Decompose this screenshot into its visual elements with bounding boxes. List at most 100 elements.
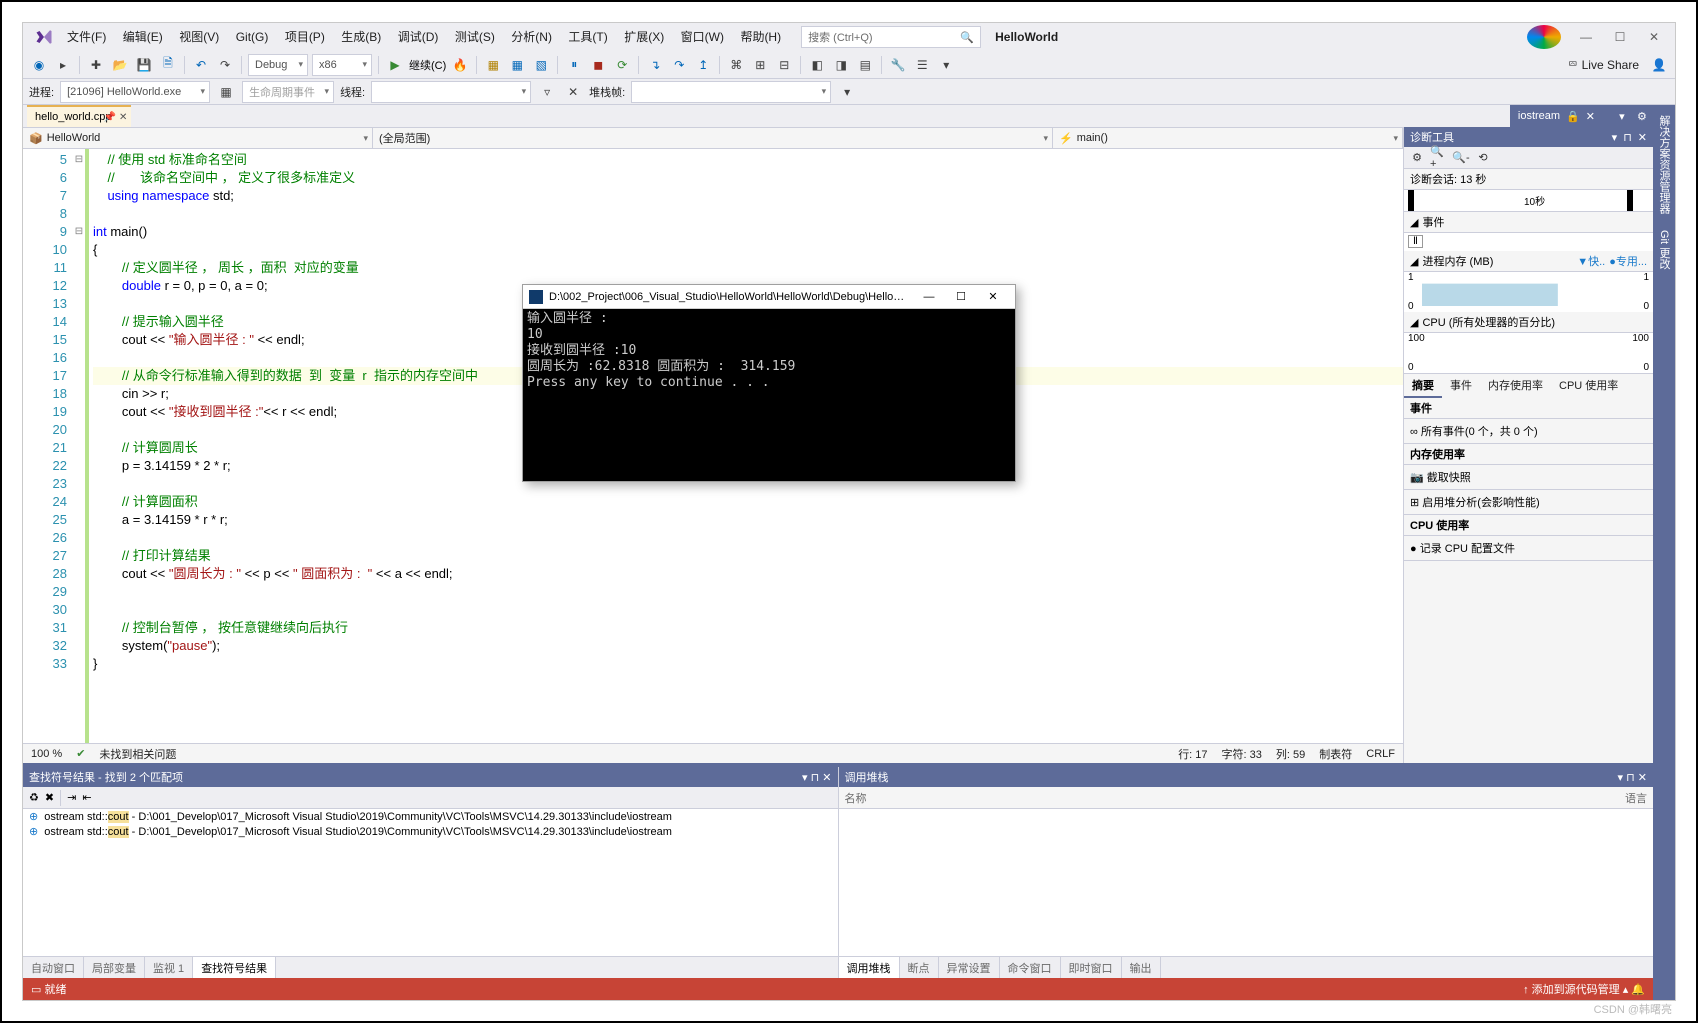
cs-tab-imm[interactable]: 即时窗口 <box>1061 957 1122 979</box>
tb-x2[interactable]: ⊞ <box>750 55 770 75</box>
menu-help[interactable]: 帮助(H) <box>734 26 787 48</box>
cs-tab-cmd[interactable]: 命令窗口 <box>1000 957 1061 979</box>
diag-heap[interactable]: ⊞ 启用堆分析(会影响性能) <box>1404 490 1653 515</box>
diag-tab-events[interactable]: 事件 <box>1442 374 1480 398</box>
diag-close-icon[interactable]: ✕ <box>1638 131 1647 144</box>
menu-tools[interactable]: 工具(T) <box>562 26 613 48</box>
menu-edit[interactable]: 编辑(E) <box>117 26 169 48</box>
diag-tab-summary[interactable]: 摘要 <box>1404 374 1442 398</box>
cs-tab-callstack[interactable]: 调用堆栈 <box>839 957 900 979</box>
menu-git[interactable]: Git(G) <box>230 26 275 48</box>
bp-tab-symbols[interactable]: 查找符号结果 <box>193 957 276 979</box>
status-scm[interactable]: 添加到源代码管理 <box>1532 984 1620 996</box>
diag-dropdown-icon[interactable]: ▾ <box>1612 131 1618 144</box>
tb-b1[interactable]: ▦ <box>483 55 503 75</box>
hot-reload-icon[interactable]: 🔥 <box>450 55 470 75</box>
menu-project[interactable]: 项目(P) <box>279 26 331 48</box>
diag-pause-button[interactable]: Ⅱ <box>1408 235 1423 248</box>
bp-tab-locals[interactable]: 局部变量 <box>84 957 145 979</box>
open-icon[interactable]: 📂 <box>110 55 130 75</box>
live-share-button[interactable]: ⮹ Live Share <box>1568 57 1639 72</box>
diag-all-events[interactable]: ∞ 所有事件(0 个，共 0 个) <box>1404 419 1653 444</box>
sp-b4[interactable]: ⇤ <box>82 791 91 804</box>
diag-pin-icon[interactable]: ⊓ <box>1623 131 1632 144</box>
menu-view[interactable]: 视图(V) <box>173 26 225 48</box>
menu-analyze[interactable]: 分析(N) <box>505 26 558 48</box>
nav-back-icon[interactable]: ◉ <box>29 55 49 75</box>
nav-scope[interactable]: 📦 HelloWorld <box>23 128 373 148</box>
bp-tab-watch[interactable]: 监视 1 <box>145 957 193 979</box>
diag-zoomin-icon[interactable]: 🔍+ <box>1430 149 1448 167</box>
tb-x4[interactable]: ◧ <box>807 55 827 75</box>
tab-git-changes[interactable]: Git 更改 <box>1654 224 1674 275</box>
tb-x3[interactable]: ⊟ <box>774 55 794 75</box>
cs-tab-exc[interactable]: 异常设置 <box>939 957 1000 979</box>
minimize-button[interactable]: — <box>1569 25 1603 49</box>
new-icon[interactable]: ✚ <box>86 55 106 75</box>
sp-drop-icon[interactable]: ▾ <box>802 772 808 784</box>
pin-icon[interactable]: 📌 ✕ <box>104 112 128 123</box>
save-all-icon[interactable]: 🗎 <box>158 55 178 75</box>
tb-x6[interactable]: ▤ <box>855 55 875 75</box>
maximize-button[interactable]: ☐ <box>1603 25 1637 49</box>
tab-settings-icon[interactable]: ⚙ <box>1637 110 1647 123</box>
console-max-icon[interactable]: ☐ <box>945 286 977 308</box>
diag-settings-icon[interactable]: ⚙ <box>1408 149 1426 167</box>
close-tab-icon[interactable]: ✕ <box>1586 110 1595 123</box>
undo-icon[interactable]: ↶ <box>191 55 211 75</box>
tb-x1[interactable]: ⌘ <box>726 55 746 75</box>
menu-debug[interactable]: 调试(D) <box>392 26 445 48</box>
console-window[interactable]: D:\002_Project\006_Visual_Studio\HelloWo… <box>522 284 1016 482</box>
tb2-b3[interactable]: ▾ <box>837 82 857 102</box>
cs-drop-icon[interactable]: ▾ <box>1618 772 1624 784</box>
tb-x8[interactable]: ☰ <box>912 55 932 75</box>
step-over-icon[interactable]: ↷ <box>669 55 689 75</box>
nav-func[interactable]: (全局范围) <box>373 128 1053 148</box>
sp-close-icon[interactable]: ✕ <box>822 772 831 784</box>
config-combo[interactable]: Debug <box>248 54 308 76</box>
console-titlebar[interactable]: D:\002_Project\006_Visual_Studio\HelloWo… <box>523 285 1015 309</box>
diag-zoomout-icon[interactable]: 🔍- <box>1452 149 1470 167</box>
continue-icon[interactable]: ▶ <box>385 55 405 75</box>
lifecycle-combo[interactable]: 生命周期事件 <box>242 81 334 103</box>
cs-close-icon[interactable]: ✕ <box>1638 772 1647 784</box>
thread-combo[interactable] <box>371 81 531 103</box>
tb2-b1[interactable]: ▿ <box>537 82 557 102</box>
menu-file[interactable]: 文件(F) <box>61 26 112 48</box>
diag-tab-cpu[interactable]: CPU 使用率 <box>1551 374 1626 398</box>
console-close-icon[interactable]: ✕ <box>977 286 1009 308</box>
stop-icon[interactable]: ◼ <box>588 55 608 75</box>
step-out-icon[interactable]: ↥ <box>693 55 713 75</box>
cs-tab-out[interactable]: 输出 <box>1122 957 1161 979</box>
redo-icon[interactable]: ↷ <box>215 55 235 75</box>
tb-x5[interactable]: ◨ <box>831 55 851 75</box>
nav-member[interactable]: ⚡ main() <box>1053 128 1403 148</box>
stackframe-combo[interactable] <box>631 81 831 103</box>
feedback-icon[interactable]: 👤 <box>1649 55 1669 75</box>
zoom-level[interactable]: 100 % <box>31 748 62 760</box>
issues-label[interactable]: 未找到相关问题 <box>99 746 176 762</box>
diag-cpu-record[interactable]: ● 记录 CPU 配置文件 <box>1404 536 1653 561</box>
diag-snapshot[interactable]: 📷 截取快照 <box>1404 465 1653 490</box>
continue-label[interactable]: 继续(C) <box>409 57 446 73</box>
bp-tab-auto[interactable]: 自动窗口 <box>23 957 84 979</box>
save-icon[interactable]: 💾 <box>134 55 154 75</box>
pause-icon[interactable]: ⏸ <box>564 55 584 75</box>
tb-b2[interactable]: ▦ <box>507 55 527 75</box>
tab-dropdown-icon[interactable]: ▾ <box>1619 110 1625 123</box>
cs-tab-bp[interactable]: 断点 <box>900 957 939 979</box>
tab-iostream[interactable]: iostream 🔒 ✕ <box>1510 105 1613 127</box>
tb2-b2[interactable]: ✕ <box>563 82 583 102</box>
profile-icon[interactable] <box>1527 25 1561 49</box>
menu-extensions[interactable]: 扩展(X) <box>618 26 670 48</box>
diag-reset-icon[interactable]: ⟲ <box>1474 149 1492 167</box>
sp-pin-icon[interactable]: ⊓ <box>811 772 820 784</box>
menu-build[interactable]: 生成(B) <box>335 26 387 48</box>
console-min-icon[interactable]: — <box>913 286 945 308</box>
tab-hello-world[interactable]: hello_world.cpp 📌 ✕ <box>27 105 131 127</box>
tb-x7[interactable]: 🔧 <box>888 55 908 75</box>
tb-x9[interactable]: ▾ <box>936 55 956 75</box>
tb-b3[interactable]: ▧ <box>531 55 551 75</box>
diag-tab-mem[interactable]: 内存使用率 <box>1480 374 1551 398</box>
platform-combo[interactable]: x86 <box>312 54 372 76</box>
